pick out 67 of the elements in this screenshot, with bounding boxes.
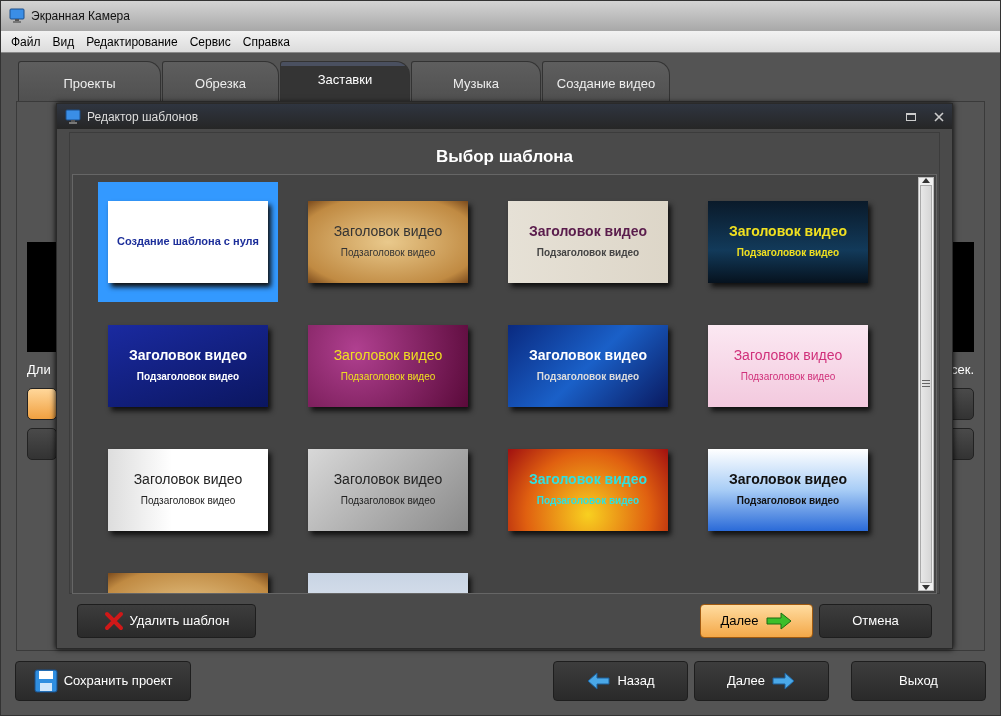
template-subtitle: Подзаголовок видео <box>136 371 240 384</box>
template-subtitle: Подзаголовок видео <box>736 247 840 260</box>
monitor-icon <box>9 8 25 24</box>
grip-icon <box>922 380 930 387</box>
template-tile[interactable]: Заголовок видео Подзаголовок видео <box>298 429 478 550</box>
template-subtitle: Подзаголовок видео <box>340 371 436 384</box>
exit-button[interactable]: Выход <box>851 661 986 701</box>
close-icon[interactable] <box>934 111 944 122</box>
tab[interactable]: Создание видео <box>542 61 670 101</box>
template-subtitle: Подзаголовок видео <box>536 371 640 384</box>
dialog-title: Редактор шаблонов <box>87 108 199 126</box>
template-title: Заголовок видео <box>729 471 847 488</box>
template-title: Заголовок видео <box>133 471 243 488</box>
template-subtitle: Подзаголовок видео <box>740 371 836 384</box>
menu-item[interactable]: Вид <box>52 32 75 51</box>
arrow-right-icon <box>764 610 793 632</box>
template-title: Заголовок видео <box>729 223 847 240</box>
scrollbar[interactable] <box>918 176 934 591</box>
next-button[interactable]: Далее <box>694 661 829 701</box>
template-title: Заголовок видео <box>333 347 443 364</box>
tab[interactable]: Музыка <box>411 61 541 101</box>
window-title: Экранная Камера <box>31 8 130 25</box>
template-tile[interactable]: Заголовок видео Подзаголовок видео <box>298 305 478 426</box>
template-subtitle: Подзаголовок видео <box>536 247 640 260</box>
duration-label: Дли <box>27 361 52 379</box>
template-tile[interactable]: Заголовок видео Подзаголовок видео <box>698 181 878 302</box>
tab[interactable]: Обрезка <box>162 61 279 101</box>
template-title: Заголовок видео <box>733 347 843 364</box>
template-tile[interactable]: Заголовок видео Подзаголовок видео <box>98 305 278 426</box>
template-title: Создание шаблона с нуля <box>116 235 260 248</box>
template-title: Заголовок видео <box>529 471 647 488</box>
next-default-button[interactable]: Далее <box>700 604 813 638</box>
menu-item[interactable]: Редактирование <box>86 32 178 51</box>
panel-button[interactable] <box>27 387 57 420</box>
maximize-icon <box>906 112 916 121</box>
tab[interactable]: Заставки <box>280 61 410 101</box>
save-button[interactable]: Сохранить проект <box>15 661 191 701</box>
back-button[interactable]: Назад <box>553 661 688 701</box>
menu-item[interactable]: Справка <box>242 32 290 51</box>
arrow-right-icon <box>771 670 797 692</box>
dialog-heading: Выбор шаблона <box>434 146 575 168</box>
template-subtitle: Подзаголовок видео <box>140 495 236 508</box>
template-tile[interactable]: Заголовок видео Подзаголовок видео <box>498 181 678 302</box>
cancel-button[interactable]: Отмена <box>819 604 932 638</box>
template-subtitle: Подзаголовок видео <box>536 495 640 508</box>
template-subtitle: Подзаголовок видео <box>736 495 840 508</box>
menu-item[interactable]: Сервис <box>189 32 231 51</box>
template-tile[interactable]: Заголовок видео Подзаголовок видео <box>498 305 678 426</box>
arrow-left-icon <box>586 670 612 692</box>
template-title: Заголовок видео <box>129 347 247 364</box>
delete-button[interactable]: Удалить шаблон <box>77 604 256 638</box>
template-subtitle: Подзаголовок видео <box>340 495 436 508</box>
template-tile[interactable]: Создание шаблона с нуля <box>98 181 278 302</box>
template-title: Заголовок видео <box>529 347 647 364</box>
template-title: Заголовок видео <box>333 471 443 488</box>
tab[interactable]: Проекты <box>18 61 161 101</box>
template-title: Заголовок видео <box>333 223 443 240</box>
delete-icon <box>103 611 124 631</box>
menu-item[interactable]: Файл <box>11 32 41 51</box>
scroll-thumb[interactable] <box>920 184 932 583</box>
template-subtitle: Подзаголовок видео <box>340 247 436 260</box>
template-tile[interactable]: Заголовок видео Подзаголовок видео <box>698 429 878 550</box>
template-tile[interactable]: Заголовок видео Подзаголовок видео <box>698 305 878 426</box>
template-tile[interactable]: Заголовок видео Подзаголовок видео <box>98 429 278 550</box>
template-tile[interactable]: Заголовок видео Подзаголовок видео <box>298 181 478 302</box>
monitor-icon <box>65 108 81 125</box>
template-title: Заголовок видео <box>529 223 647 240</box>
